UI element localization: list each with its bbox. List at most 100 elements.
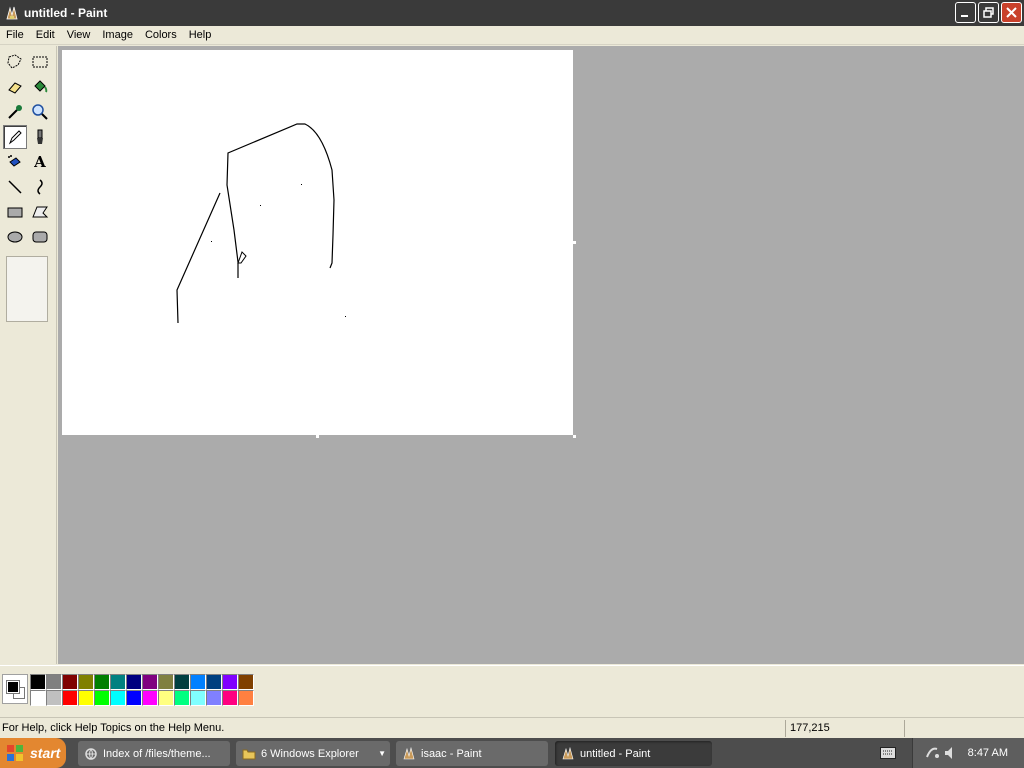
free-select-icon xyxy=(7,54,22,69)
tool-airbrush[interactable] xyxy=(3,150,27,174)
color-box xyxy=(0,665,1024,713)
palette-swatch[interactable] xyxy=(46,674,62,690)
toolbox: A xyxy=(0,46,57,664)
tool-line[interactable] xyxy=(3,175,27,199)
paint-app-icon xyxy=(6,6,18,20)
magnifier-icon xyxy=(32,104,48,120)
workspace xyxy=(58,46,1024,664)
tool-polygon[interactable] xyxy=(28,200,52,224)
tool-brush[interactable] xyxy=(28,125,52,149)
tool-eraser[interactable] xyxy=(3,75,27,99)
keyboard-icon[interactable] xyxy=(880,747,896,759)
line-icon xyxy=(8,180,22,194)
palette-swatch[interactable] xyxy=(46,690,62,706)
minimize-icon xyxy=(961,15,968,17)
eyedropper-icon xyxy=(8,105,22,119)
rect-select-icon xyxy=(32,56,48,68)
close-button[interactable] xyxy=(1001,2,1022,23)
minimize-button[interactable] xyxy=(955,2,976,23)
rectangle-icon xyxy=(7,207,23,218)
palette-swatch[interactable] xyxy=(94,690,110,706)
chevron-down-icon[interactable]: ▼ xyxy=(378,749,386,758)
palette-swatch[interactable] xyxy=(238,690,254,706)
pencil-icon xyxy=(8,130,22,145)
tool-free-form-select[interactable] xyxy=(3,50,27,74)
palette-swatch[interactable] xyxy=(158,674,174,690)
tool-curve[interactable] xyxy=(28,175,52,199)
resize-handle-right[interactable] xyxy=(573,241,576,244)
brush-icon xyxy=(37,129,43,144)
palette-swatch[interactable] xyxy=(238,674,254,690)
palette-swatch[interactable] xyxy=(62,690,78,706)
network-icon[interactable] xyxy=(925,745,941,761)
clock[interactable]: 8:47 AM xyxy=(968,747,1008,759)
palette-swatch[interactable] xyxy=(94,674,110,690)
folder-icon xyxy=(242,749,256,759)
palette-swatch[interactable] xyxy=(158,690,174,706)
palette-swatch[interactable] xyxy=(206,690,222,706)
tool-rectangle[interactable] xyxy=(3,200,27,224)
palette-swatch[interactable] xyxy=(78,690,94,706)
palette-swatch[interactable] xyxy=(30,674,46,690)
palette-swatch[interactable] xyxy=(110,674,126,690)
start-button[interactable]: start xyxy=(0,738,66,768)
ellipse-icon xyxy=(7,231,23,243)
restore-button[interactable] xyxy=(978,2,999,23)
task-label: isaac - Paint xyxy=(421,747,482,760)
paint-bucket-icon xyxy=(34,80,48,93)
palette-swatch[interactable] xyxy=(110,690,126,706)
status-divider xyxy=(785,720,786,737)
foreground-color-swatch[interactable] xyxy=(6,680,20,694)
palette-swatch[interactable] xyxy=(62,674,78,690)
palette-swatch[interactable] xyxy=(126,674,142,690)
tool-text[interactable]: A xyxy=(28,150,52,174)
menu-colors[interactable]: Colors xyxy=(139,26,183,45)
palette-swatch[interactable] xyxy=(222,674,238,690)
close-icon xyxy=(1006,7,1017,18)
palette-swatch[interactable] xyxy=(206,674,222,690)
menu-help[interactable]: Help xyxy=(183,26,218,45)
color-palette xyxy=(30,674,254,706)
status-help-text: For Help, click Help Topics on the Help … xyxy=(2,722,225,734)
tool-ellipse[interactable] xyxy=(3,225,27,249)
palette-swatch[interactable] xyxy=(142,674,158,690)
tool-options-box[interactable] xyxy=(6,256,48,322)
palette-swatch[interactable] xyxy=(174,690,190,706)
palette-swatch[interactable] xyxy=(190,690,206,706)
taskbar-item-browser[interactable]: Index of /files/theme... xyxy=(78,741,230,766)
resize-handle-corner[interactable] xyxy=(573,435,576,438)
taskbar-item-isaac-paint[interactable]: isaac - Paint xyxy=(396,741,548,766)
tool-select[interactable] xyxy=(28,50,52,74)
resize-handle-bottom[interactable] xyxy=(316,435,319,438)
menu-image[interactable]: Image xyxy=(96,26,139,45)
tool-pencil[interactable] xyxy=(3,125,27,149)
palette-swatch[interactable] xyxy=(142,690,158,706)
eraser-icon xyxy=(8,82,22,94)
canvas-drawing xyxy=(176,123,346,324)
menu-edit[interactable]: Edit xyxy=(30,26,61,45)
task-label: untitled - Paint xyxy=(580,747,651,760)
palette-swatch[interactable] xyxy=(30,690,46,706)
tool-rounded-rectangle[interactable] xyxy=(28,225,52,249)
menu-view[interactable]: View xyxy=(61,26,97,45)
palette-swatch[interactable] xyxy=(174,674,190,690)
palette-swatch[interactable] xyxy=(190,674,206,690)
drawing-canvas[interactable] xyxy=(62,50,573,435)
cursor-coordinates: 177,215 xyxy=(790,722,830,734)
tool-magnifier[interactable] xyxy=(28,100,52,124)
volume-icon[interactable] xyxy=(943,745,957,761)
palette-swatch[interactable] xyxy=(222,690,238,706)
palette-swatch[interactable] xyxy=(126,690,142,706)
menu-file[interactable]: File xyxy=(0,26,30,45)
paint-icon xyxy=(403,746,415,759)
restore-icon xyxy=(983,7,994,18)
current-colors[interactable] xyxy=(2,674,28,704)
window-title: untitled - Paint xyxy=(24,6,108,20)
tool-fill[interactable] xyxy=(28,75,52,99)
menu-bar: File Edit View Image Colors Help xyxy=(0,26,1024,45)
palette-swatch[interactable] xyxy=(78,674,94,690)
task-label: Index of /files/theme... xyxy=(103,747,211,760)
tool-pick-color[interactable] xyxy=(3,100,27,124)
taskbar-item-untitled-paint[interactable]: untitled - Paint xyxy=(555,741,712,766)
taskbar-item-explorer[interactable]: 6 Windows Explorer ▼ xyxy=(236,741,390,766)
